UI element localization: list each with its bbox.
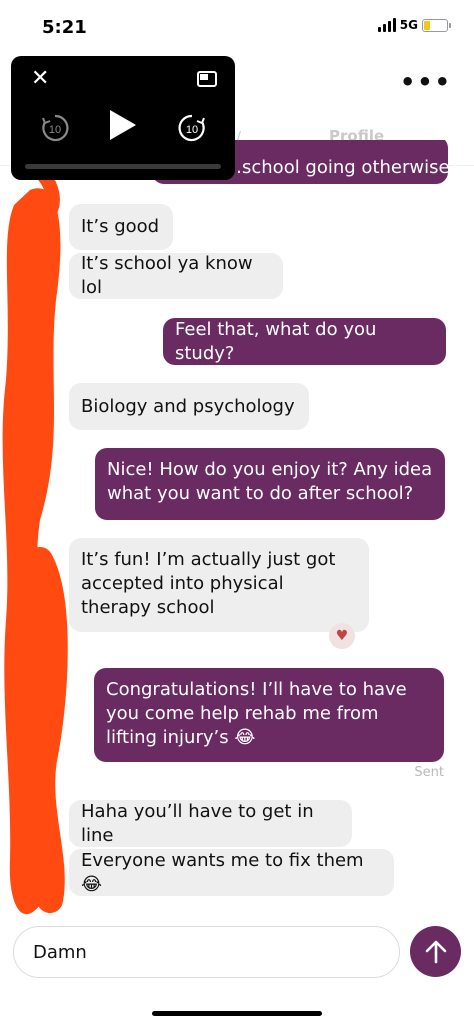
progress-track[interactable] bbox=[25, 164, 221, 169]
forward-10-icon[interactable]: 10 bbox=[176, 112, 208, 144]
sent-status: Sent bbox=[414, 765, 444, 780]
message-text: Feel that, what do you study? bbox=[175, 318, 377, 364]
home-indicator bbox=[152, 1011, 322, 1016]
message-text: Congratulations! I’ll have to have you c… bbox=[106, 679, 407, 748]
svg-text:10: 10 bbox=[186, 124, 198, 136]
battery-icon bbox=[422, 18, 451, 32]
message-text: Everyone wants me to fix them 😂 bbox=[81, 849, 364, 895]
message-bubble-outgoing[interactable]: Feel that, what do you study? bbox=[163, 318, 446, 365]
message-text: It’s fun! I’m actually just got accepted… bbox=[81, 549, 336, 618]
heart-reaction-icon[interactable]: ♥ bbox=[329, 623, 355, 649]
message-text: Haha you’ll have to get in line bbox=[81, 800, 314, 846]
message-text: It’s good bbox=[81, 216, 160, 237]
message-bubble-incoming[interactable]: Everyone wants me to fix them 😂 bbox=[69, 849, 394, 896]
close-icon[interactable]: ✕ bbox=[31, 68, 49, 90]
message-text: Biology and psychology bbox=[81, 395, 295, 417]
message-bubble-incoming[interactable]: It’s school ya know lol bbox=[69, 253, 283, 299]
message-bubble-incoming[interactable]: It’s good bbox=[69, 204, 173, 250]
status-indicators: 5G bbox=[377, 18, 451, 32]
rewind-10-icon[interactable]: 10 bbox=[39, 112, 71, 144]
more-options-icon[interactable]: ••• bbox=[400, 70, 452, 94]
message-bubble-incoming[interactable]: Biology and psychology bbox=[69, 383, 309, 430]
svg-text:10: 10 bbox=[49, 124, 61, 136]
picture-in-picture-icon[interactable] bbox=[197, 71, 217, 87]
play-icon[interactable] bbox=[108, 108, 138, 142]
message-bubble-outgoing[interactable]: Nice! How do you enjoy it? Any idea what… bbox=[95, 448, 445, 520]
message-bubble-outgoing[interactable]: Congratulations! I’ll have to have you c… bbox=[94, 668, 444, 762]
send-button[interactable] bbox=[410, 926, 461, 977]
signal-icon bbox=[377, 18, 396, 32]
message-text: It’s school ya know lol bbox=[81, 253, 253, 298]
message-bubble-incoming[interactable]: Haha you’ll have to get in line bbox=[69, 800, 352, 847]
message-bubble-incoming[interactable]: It’s fun! I’m actually just got accepted… bbox=[69, 538, 369, 632]
network-label: 5G bbox=[399, 18, 418, 32]
arrow-up-icon bbox=[425, 940, 446, 963]
mini-player[interactable]: ✕ 10 10 bbox=[11, 56, 235, 180]
message-text: Nice! How do you enjoy it? Any idea what… bbox=[107, 459, 433, 504]
status-time: 5:21 bbox=[42, 17, 87, 38]
avatar[interactable] bbox=[20, 852, 64, 896]
message-input[interactable] bbox=[13, 926, 400, 978]
